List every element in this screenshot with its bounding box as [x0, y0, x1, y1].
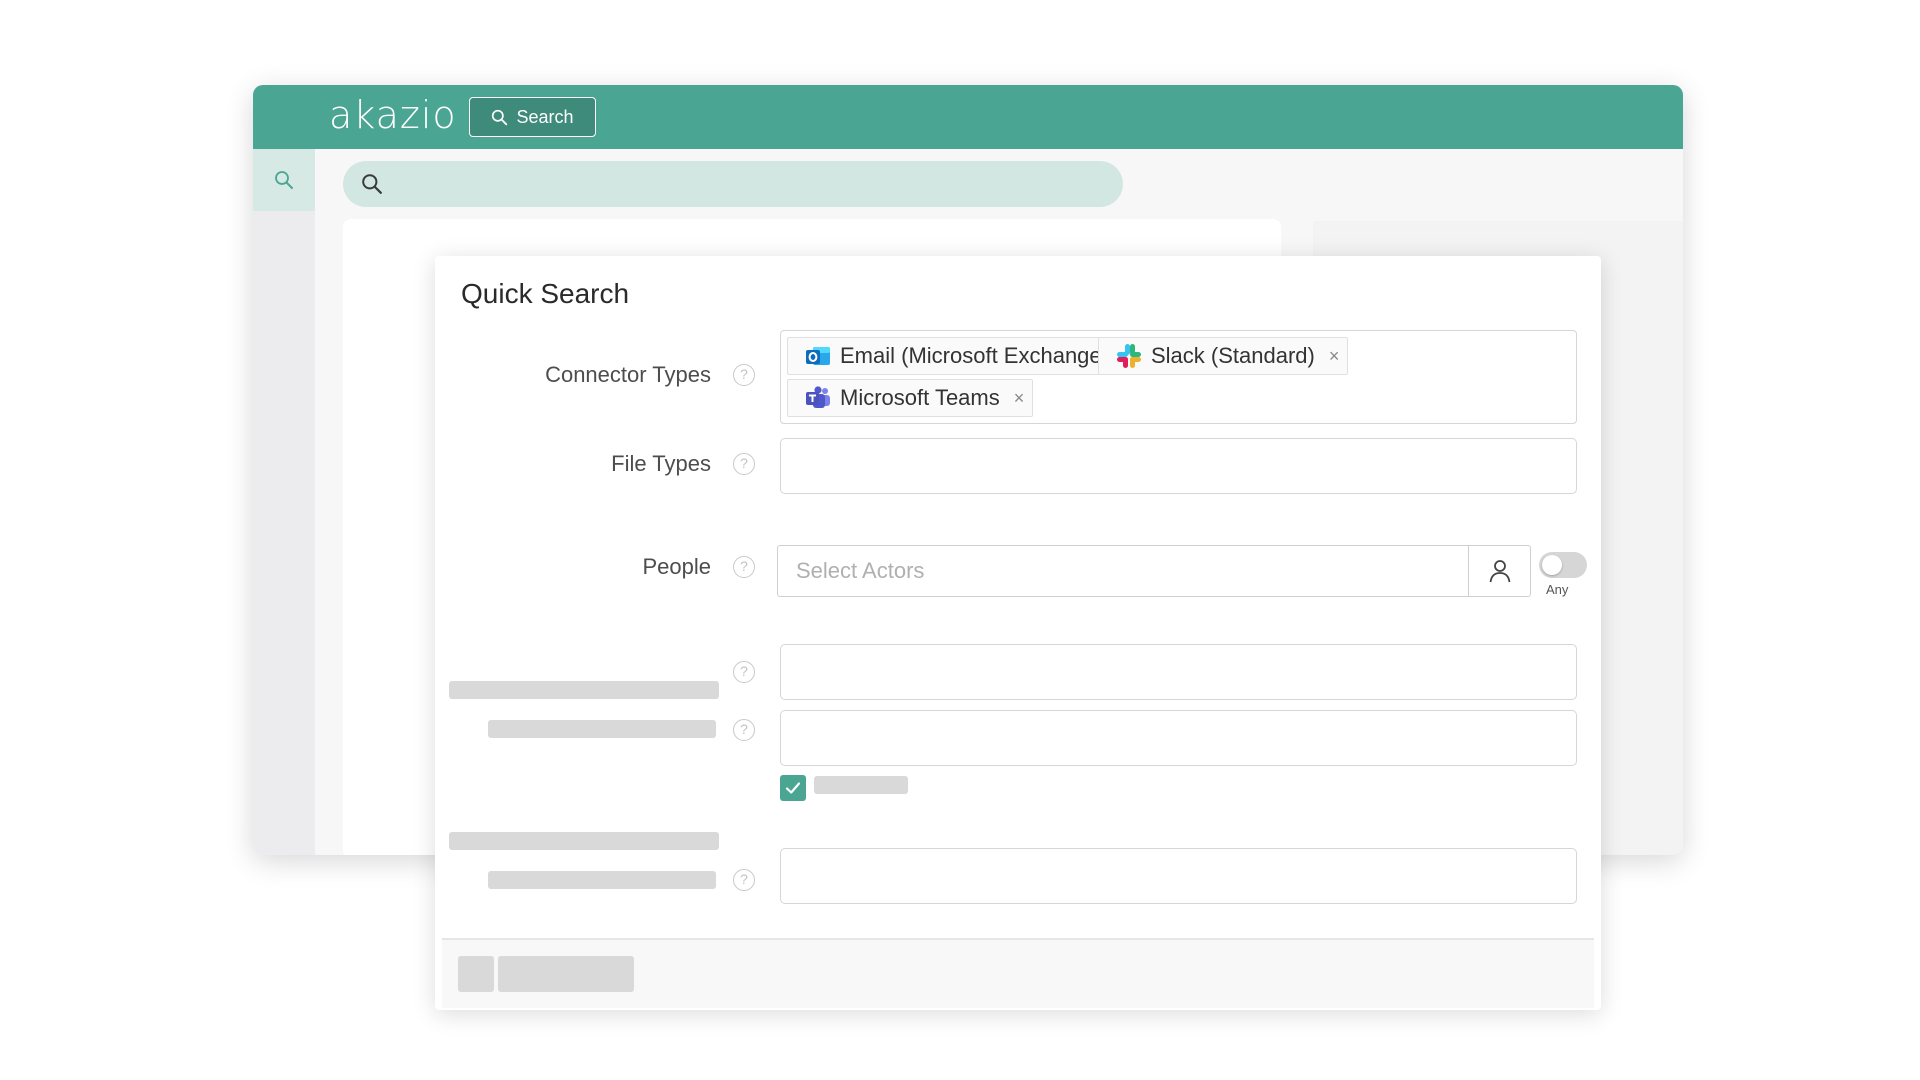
person-icon [1489, 560, 1510, 583]
text-field[interactable] [780, 644, 1577, 700]
sidebar-item-search[interactable] [253, 149, 315, 211]
placeholder-label [488, 871, 716, 889]
slack-icon [1117, 344, 1141, 368]
connector-types-label: Connector Types [545, 362, 711, 387]
search-icon [362, 174, 382, 194]
tag-label: Email (Microsoft Exchange) [840, 343, 1109, 368]
tag-label: Microsoft Teams [840, 385, 1000, 410]
remove-tag-icon[interactable]: × [1329, 346, 1340, 367]
toggle-knob [1542, 555, 1562, 575]
help-icon[interactable]: ? [733, 719, 755, 741]
select-actors-input[interactable]: Select Actors [777, 545, 1469, 597]
text-field[interactable] [780, 710, 1577, 766]
top-search-button-label: Search [516, 106, 574, 127]
search-icon [275, 171, 293, 189]
main-search-input[interactable] [343, 161, 1123, 207]
help-icon[interactable]: ? [733, 556, 755, 578]
side-rail [253, 149, 315, 855]
actor-picker-button[interactable] [1468, 545, 1531, 597]
teams-icon [806, 386, 830, 408]
people-label: People [642, 554, 711, 579]
placeholder-label [449, 832, 719, 850]
help-icon[interactable]: ? [733, 661, 755, 683]
toggle-label: Any [1546, 582, 1569, 597]
any-toggle[interactable] [1539, 552, 1587, 578]
footer-button[interactable] [458, 956, 494, 992]
checkmark-icon [785, 782, 801, 794]
remove-tag-icon[interactable]: × [1014, 388, 1025, 409]
placeholder-label [449, 681, 719, 699]
tag-slack-standard: Slack (Standard) × [1098, 337, 1349, 375]
help-icon[interactable]: ? [733, 364, 755, 386]
tag-microsoft-teams: Microsoft Teams × [787, 379, 1034, 417]
top-search-button[interactable]: Search [469, 97, 596, 137]
placeholder-label [488, 720, 716, 738]
help-icon[interactable]: ? [733, 869, 755, 891]
placeholder-label [814, 776, 908, 794]
file-types-label: File Types [611, 451, 711, 476]
tag-email-exchange: Email (Microsoft Exchange) × [787, 337, 1143, 375]
quick-search-dialog: Quick Search Connector Types ? Email (Mi… [435, 256, 1601, 1010]
app-logo[interactable]: akazio [329, 93, 457, 137]
top-bar: akazio Search [253, 85, 1683, 149]
option-checkbox[interactable] [780, 775, 806, 801]
search-icon [492, 109, 508, 125]
dialog-title: Quick Search [461, 278, 630, 309]
footer-button[interactable] [498, 956, 634, 992]
connector-types-field[interactable]: Email (Microsoft Exchange) × Slack (Stan… [780, 330, 1577, 424]
outlook-icon [806, 347, 830, 365]
file-types-field[interactable] [780, 438, 1577, 494]
help-icon[interactable]: ? [733, 453, 755, 475]
tag-label: Slack (Standard) [1151, 343, 1315, 368]
text-field[interactable] [780, 848, 1577, 904]
dialog-footer [442, 940, 1594, 1008]
